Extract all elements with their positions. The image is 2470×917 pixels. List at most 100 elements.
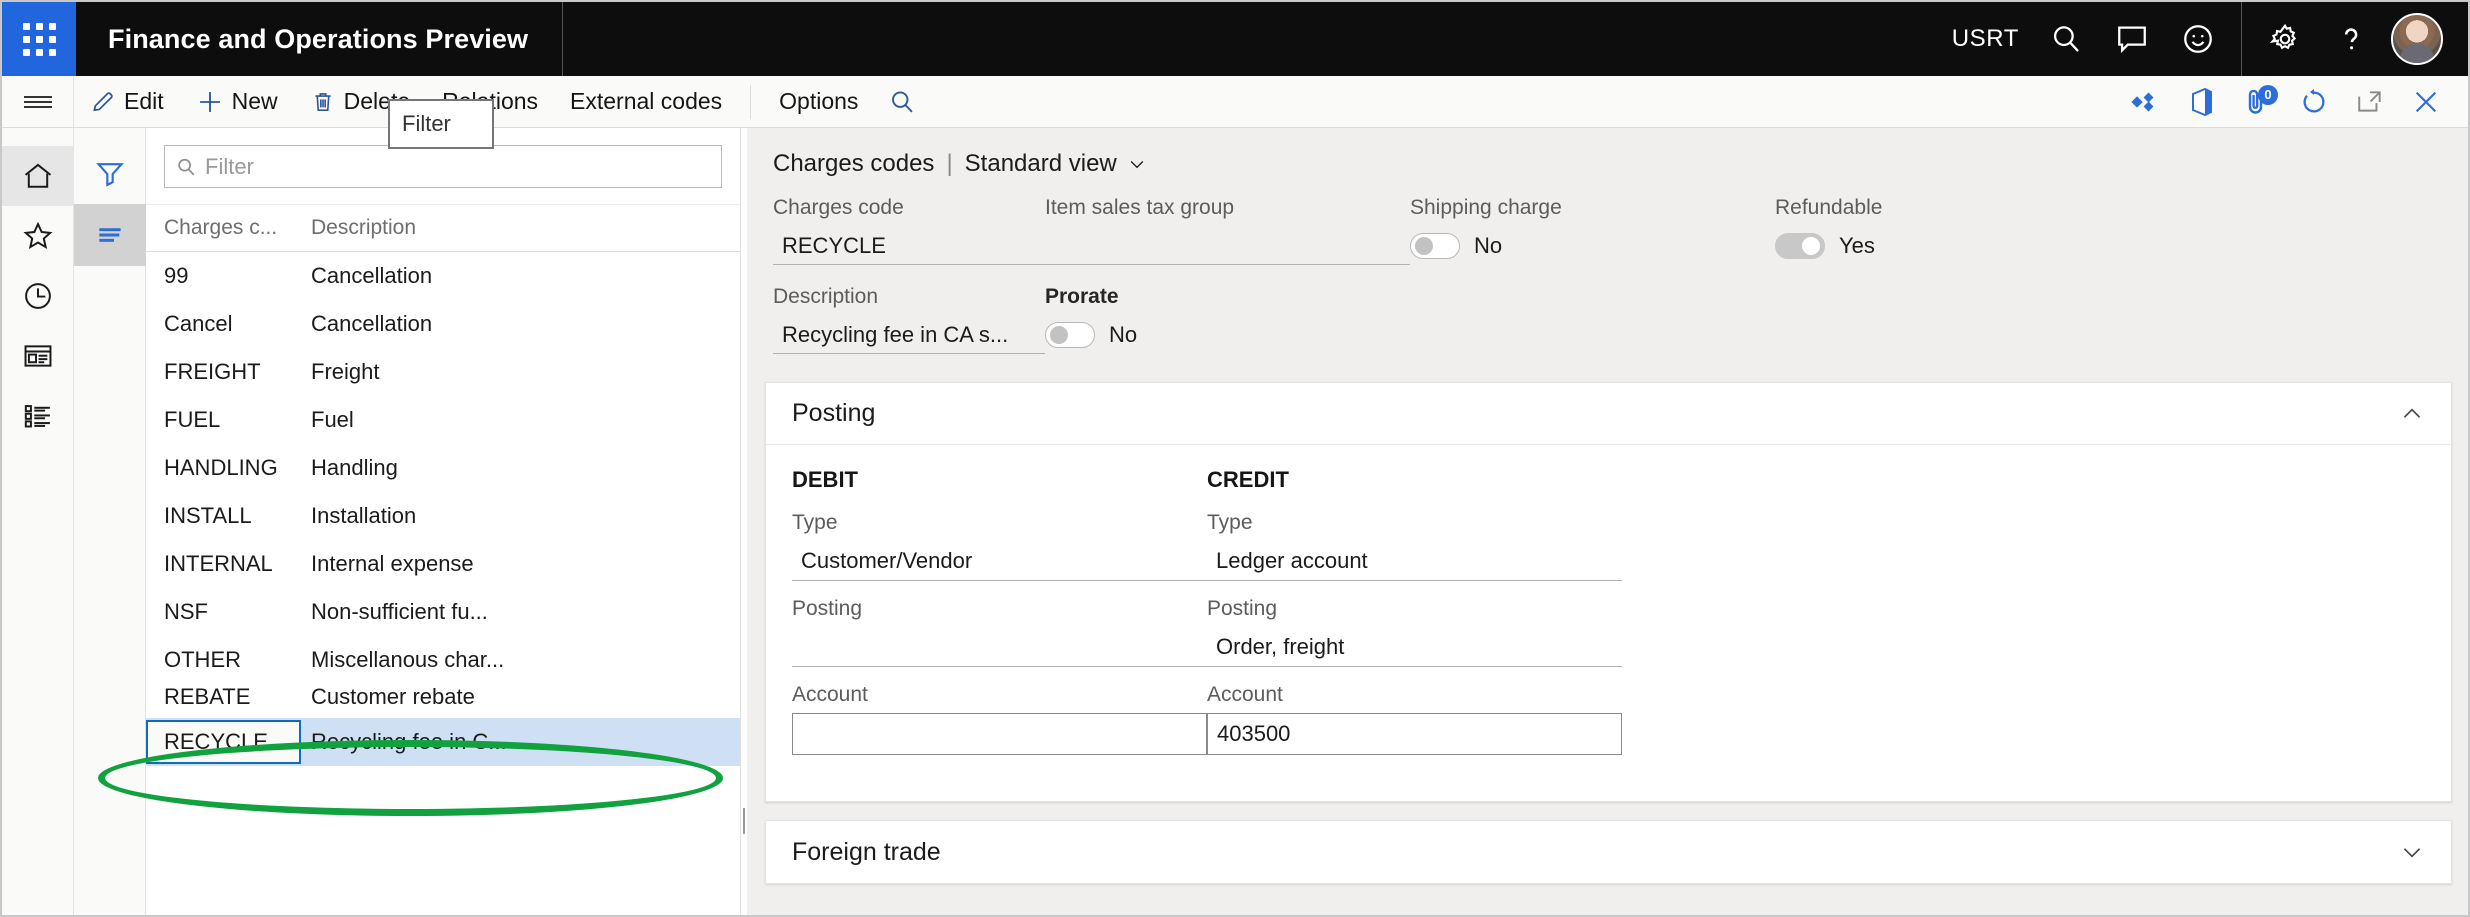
list-icon [21,399,55,433]
search-icon[interactable] [2033,2,2099,76]
options-button[interactable]: Options [763,76,874,128]
new-button-label: New [232,88,278,115]
header-fields-row-2: Description Recycling fee in CA s... Pro… [773,285,2468,354]
sidebar-item-recent[interactable] [2,266,74,326]
table-cell-description[interactable]: Cancellation [301,263,740,289]
attachments-icon[interactable]: 0 [2230,76,2286,128]
external-codes-button[interactable]: External codes [554,76,738,128]
description-value[interactable]: Recycling fee in CA s... [773,316,1045,354]
table-cell-description[interactable]: Internal expense [301,551,740,577]
filter-input[interactable] [205,154,711,180]
close-icon[interactable] [2398,76,2454,128]
grid-header-cell-description[interactable]: Description [301,216,740,240]
app-window: Finance and Operations Preview USRT [0,0,2470,917]
table-row[interactable]: OTHERMiscellanous char... [146,636,740,684]
edit-button[interactable]: Edit [74,76,180,128]
relations-icon[interactable] [2118,76,2174,128]
feedback-icon[interactable] [2099,2,2165,76]
table-row[interactable]: CancelCancellation [146,300,740,348]
table-cell-code[interactable]: Cancel [146,311,301,337]
table-cell-description[interactable]: Freight [301,359,740,385]
search-icon[interactable] [874,76,930,128]
posting-section-header[interactable]: Posting [766,383,2451,445]
refresh-icon[interactable] [2286,76,2342,128]
table-cell-code[interactable]: 99 [146,263,301,289]
table-cell-code[interactable]: INSTALL [146,503,301,529]
table-cell-code[interactable]: HANDLING [146,455,301,481]
table-cell-code[interactable]: NSF [146,599,301,625]
table-row[interactable]: 99Cancellation [146,252,740,300]
shipping-charge-toggle-row: No [1410,227,1775,265]
table-row[interactable]: INSTALLInstallation [146,492,740,540]
table-cell-description[interactable]: Recycling fee in C... [301,729,740,755]
filter-pane-toggle[interactable] [74,142,146,204]
table-row[interactable]: FUELFuel [146,396,740,444]
table-cell-code[interactable]: FUEL [146,407,301,433]
shipping-charge-field: Shipping charge No [1410,196,1775,265]
sidebar-item-modules[interactable] [2,386,74,446]
view-selector[interactable]: Standard view [965,150,1147,178]
help-icon[interactable] [2318,2,2384,76]
debit-account-value[interactable] [792,713,1207,755]
company-selector[interactable]: USRT [1938,2,2033,76]
table-cell-description[interactable]: Customer rebate [301,684,740,710]
shipping-charge-toggle[interactable] [1410,233,1460,259]
shipping-charge-label: Shipping charge [1410,196,1775,220]
command-bar-right-actions: 0 [2118,76,2468,128]
table-cell-description[interactable]: Installation [301,503,740,529]
app-title: Finance and Operations Preview [76,2,563,76]
list-pane-toggle[interactable] [74,204,146,266]
table-cell-description[interactable]: Miscellanous char... [301,647,740,673]
grid-header-cell-code[interactable]: Charges c... [146,216,301,240]
charges-code-label: Charges code [773,196,1045,220]
app-launcher-button[interactable] [2,2,76,76]
table-cell-code[interactable]: REBATE [146,684,301,710]
new-button[interactable]: New [180,76,294,128]
navigation-menu-button[interactable] [2,76,74,128]
table-cell-code[interactable]: RECYCLE [146,720,301,764]
credit-heading: CREDIT [1207,467,1622,493]
table-row[interactable]: INTERNALInternal expense [146,540,740,588]
table-cell-description[interactable]: Cancellation [301,311,740,337]
credit-posting-value[interactable]: Order, freight [1207,627,1622,667]
credit-account-value[interactable]: 403500 [1207,713,1622,755]
debit-posting-field: Posting [792,597,1207,667]
table-row[interactable]: RECYCLERecycling fee in C... [146,718,740,766]
avatar[interactable] [2384,2,2450,76]
table-row[interactable]: HANDLINGHandling [146,444,740,492]
table-row[interactable]: NSFNon-sufficient fu... [146,588,740,636]
lines-icon [94,219,126,251]
table-row[interactable]: REBATECustomer rebate [146,684,740,718]
table-cell-code[interactable]: FREIGHT [146,359,301,385]
smiley-icon[interactable] [2165,2,2231,76]
charges-code-value[interactable]: RECYCLE [773,227,1045,265]
sidebar-item-home[interactable] [2,146,74,206]
credit-type-value[interactable]: Ledger account [1207,541,1622,581]
credit-account-label: Account [1207,683,1622,707]
debit-type-value[interactable]: Customer/Vendor [792,541,1207,581]
sidebar-item-workspaces[interactable] [2,326,74,386]
description-field: Description Recycling fee in CA s... [773,285,1045,354]
debit-posting-value[interactable] [792,627,1207,667]
prorate-toggle[interactable] [1045,322,1095,348]
refundable-label: Refundable [1775,196,2135,220]
table-row[interactable]: FREIGHTFreight [146,348,740,396]
sidebar-item-favorites[interactable] [2,206,74,266]
filter-input-wrapper[interactable] [164,145,722,188]
credit-account-field: Account 403500 [1207,683,1622,755]
table-cell-description[interactable]: Non-sufficient fu... [301,599,740,625]
chevron-up-icon [2399,401,2425,427]
table-cell-code[interactable]: INTERNAL [146,551,301,577]
table-cell-description[interactable]: Handling [301,455,740,481]
table-cell-code[interactable]: OTHER [146,647,301,673]
popout-icon[interactable] [2342,76,2398,128]
item-sales-tax-group-value[interactable] [1045,227,1410,265]
command-bar-divider [750,85,751,119]
debit-type-field: Type Customer/Vendor [792,511,1207,581]
foreign-trade-section-header[interactable]: Foreign trade [766,821,2451,883]
office-icon[interactable] [2174,76,2230,128]
table-cell-description[interactable]: Fuel [301,407,740,433]
funnel-icon [94,157,126,189]
settings-icon[interactable] [2252,2,2318,76]
refundable-toggle[interactable] [1775,233,1825,259]
